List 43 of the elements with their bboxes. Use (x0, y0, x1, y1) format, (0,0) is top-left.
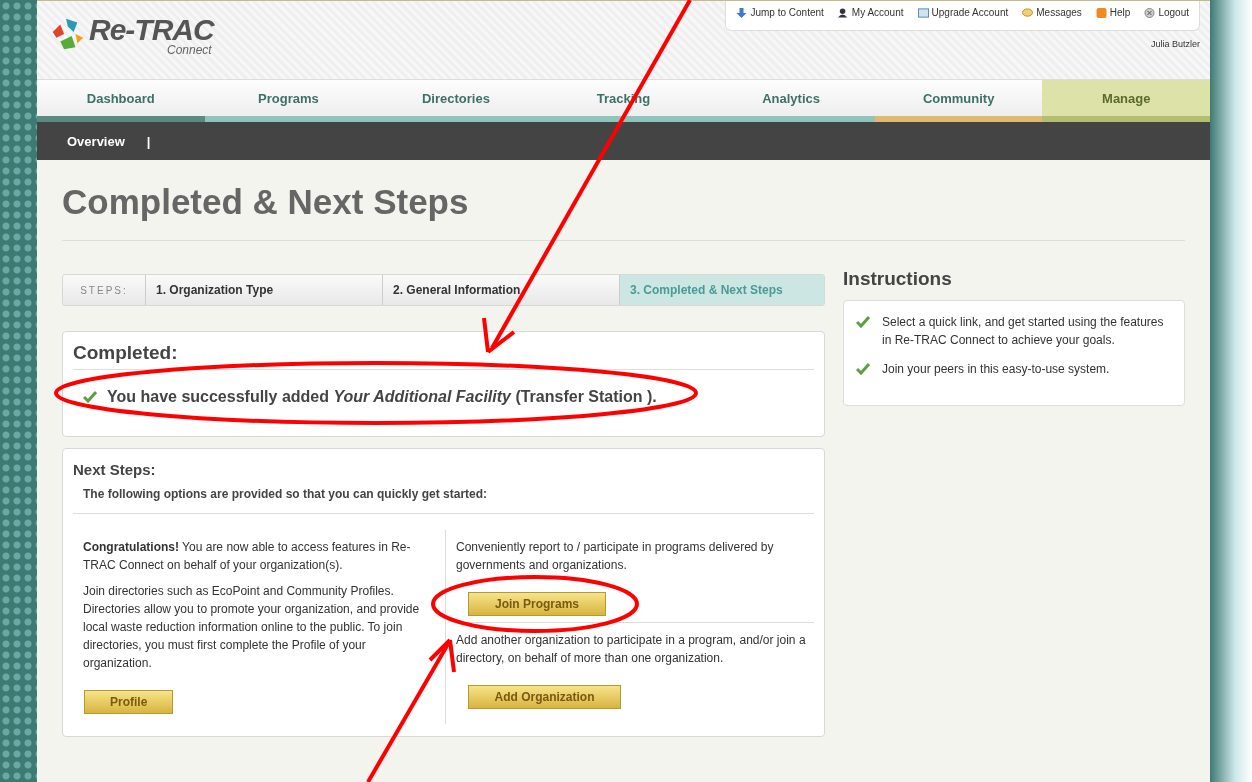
top-link[interactable]: Logout (1144, 7, 1189, 18)
nav-tab[interactable]: Community (874, 80, 1043, 122)
window-icon (917, 7, 929, 18)
nav-tab[interactable]: Programs (204, 80, 373, 122)
close-icon (1144, 7, 1156, 18)
down-arrow-icon (736, 7, 748, 18)
paragraph: Add another organization to participate in a program, and/or join a directory, on behalf of more than one organization. (456, 632, 807, 667)
paragraph: Conveniently report to / participate in programs delivered by governments and organizations. (456, 539, 775, 574)
check-icon (856, 316, 870, 328)
top-link[interactable]: Jump to Content (736, 7, 824, 18)
logo-wordmark: Re-TRAC (89, 15, 214, 45)
speech-bubble-icon (1022, 7, 1034, 18)
subnav-link[interactable]: Overview (67, 133, 125, 149)
nav-tab[interactable]: Directories (372, 80, 540, 122)
instruction-text: Select a quick link, and get started using the features in Re-TRAC Connect to achieve your goals. (882, 314, 1165, 349)
profile-button[interactable]: Profile (84, 690, 174, 714)
instruction-text: Join your peers in this easy-to-use system. (882, 361, 1110, 378)
separator: | (146, 133, 151, 149)
nav-tab[interactable]: Manage (1042, 80, 1211, 122)
top-link[interactable]: Upgrade Account (917, 7, 1009, 18)
top-link[interactable]: Help (1095, 7, 1131, 18)
section-title: Completed: (73, 342, 814, 370)
top-link[interactable]: Messages (1022, 7, 1082, 18)
nav-tab[interactable]: Analytics (707, 80, 875, 122)
nav-tab[interactable]: Dashboard (37, 80, 205, 122)
action-button[interactable]: Join Programs (468, 592, 606, 616)
logo-subtitle: Connect (166, 45, 212, 56)
success-message: You have successfully added Your Additional Facility (Transfer Station ). (107, 388, 657, 406)
top-link[interactable]: My Account (837, 7, 904, 18)
intro-text: The following options are provided so that you can quickly get started: (73, 487, 814, 514)
user-name: Julia Butzler (1150, 39, 1200, 49)
user-icon (837, 7, 849, 18)
paragraph: Congratulations! You are now able to access features in Re-TRAC Connect on behalf of your organization(s). (83, 539, 412, 574)
page-title: Completed & Next Steps (62, 160, 1185, 241)
section-title: Next Steps: (73, 461, 157, 478)
help-icon (1095, 7, 1107, 18)
action-button[interactable]: Add Organization (468, 685, 621, 709)
step-tab[interactable]: 1. Organization Type (146, 275, 383, 305)
steps-label: STEPS: (63, 275, 146, 305)
paragraph: Join directories such as EcoPoint and Community Profiles. Directories allow you to promote your organization, and provide local waste reduction information online to the public. To join directories, you must first complete the Profile of your organization. (83, 583, 421, 672)
check-icon (856, 363, 870, 375)
check-icon (83, 391, 97, 403)
instructions-title: Instructions (843, 268, 953, 290)
